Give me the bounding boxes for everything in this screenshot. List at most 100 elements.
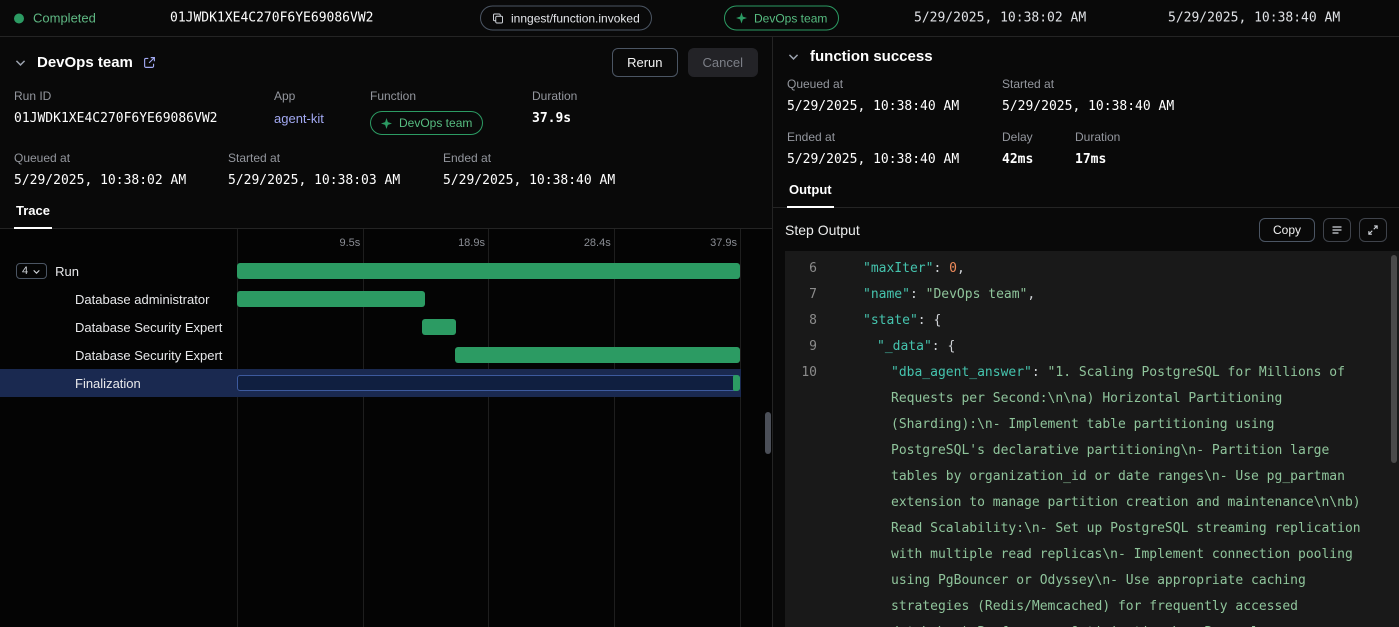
code-line: 6 "maxIter": 0,: [785, 256, 1399, 282]
code-line-content: "state": {: [835, 308, 1399, 334]
external-link-icon[interactable]: [143, 56, 156, 69]
copy-button[interactable]: Copy: [1259, 218, 1315, 242]
run-tabs: Trace: [0, 197, 772, 229]
cancel-button[interactable]: Cancel: [688, 48, 758, 77]
code-line: 10"dba_agent_answer": "1. Scaling Postgr…: [785, 360, 1399, 627]
code-line-content: "maxIter": 0,: [835, 256, 1399, 282]
trace-row-name: Run: [55, 264, 79, 279]
step-field-duration: Duration 17ms: [1075, 130, 1120, 167]
field-run-id-label: Run ID: [14, 89, 274, 103]
step-started-label: Started at: [1002, 77, 1174, 91]
run-meta-row-1: Run ID 01JWDK1XE4C270F6YE69086VW2 App ag…: [0, 82, 772, 144]
left-panel-scrollbar[interactable]: [765, 412, 771, 454]
axis-tick-label: 28.4s: [584, 237, 611, 249]
step-field-delay: Delay 42ms: [1002, 130, 1075, 167]
field-started-value: 5/29/2025, 10:38:03 AM: [228, 173, 443, 188]
trace-row-label: Database administrator: [0, 285, 237, 313]
wrap-lines-icon[interactable]: [1323, 218, 1351, 242]
code-viewer[interactable]: 6 "maxIter": 0, 7 "name": "DevOps team", 8 "s…: [785, 251, 1399, 627]
code-line: 9"_data": {: [785, 334, 1399, 360]
code-line-content: "name": "DevOps team",: [835, 282, 1399, 308]
sparkle-icon: [381, 118, 392, 129]
rerun-button[interactable]: Rerun: [612, 48, 677, 77]
function-pill-label: DevOps team: [399, 116, 472, 130]
axis-tick-label: 9.5s: [339, 237, 360, 249]
tab-output[interactable]: Output: [787, 176, 834, 208]
trace-row[interactable]: Finalization: [0, 369, 772, 397]
trace-span-bar[interactable]: [455, 347, 740, 363]
run-title: DevOps team: [37, 54, 133, 71]
step-field-ended: Ended at 5/29/2025, 10:38:40 AM: [787, 130, 1002, 167]
run-panel: DevOps team Rerun Cancel Run ID 01JWDK1X…: [0, 37, 773, 627]
run-status: Completed: [14, 11, 96, 26]
trace-row-label: 4 Run: [0, 257, 237, 285]
field-queued-label: Queued at: [14, 151, 228, 165]
trace-row-label: Finalization: [0, 369, 237, 397]
event-badge[interactable]: inngest/function.invoked: [480, 6, 652, 31]
step-delay-value: 42ms: [1002, 152, 1075, 167]
topbar-queued-time: 5/29/2025, 10:38:02 AM: [914, 11, 1086, 26]
step-meta-row-1: Queued at 5/29/2025, 10:38:40 AM Started…: [773, 70, 1399, 123]
trace-row-name: Database administrator: [75, 292, 209, 307]
line-number: 7: [791, 282, 817, 308]
step-field-started: Started at 5/29/2025, 10:38:40 AM: [1002, 77, 1174, 114]
topbar-run-id: 01JWDK1XE4C270F6YE69086VW2: [170, 11, 374, 26]
trace-row-name: Database Security Expert: [75, 348, 222, 363]
code-scrollbar[interactable]: [1391, 255, 1397, 463]
code-line-content: "dba_agent_answer": "1. Scaling PostgreS…: [835, 360, 1399, 627]
topbar: Completed 01JWDK1XE4C270F6YE69086VW2 inn…: [0, 0, 1399, 37]
trace-timeline[interactable]: 9.5s 18.9s 28.4s 37.9s 4 Run Database adminis…: [0, 229, 772, 627]
field-ended-value: 5/29/2025, 10:38:40 AM: [443, 173, 615, 188]
field-ended-at: Ended at 5/29/2025, 10:38:40 AM: [443, 151, 615, 188]
code-lines: 6 "maxIter": 0, 7 "name": "DevOps team", 8 "s…: [785, 256, 1399, 627]
field-started-label: Started at: [228, 151, 443, 165]
axis-tick-label: 18.9s: [458, 237, 485, 249]
function-badge[interactable]: DevOps team: [724, 6, 839, 31]
step-panel: function success Queued at 5/29/2025, 10…: [773, 37, 1399, 627]
line-number: 10: [791, 360, 817, 627]
trace-row[interactable]: Database Security Expert: [0, 341, 772, 369]
trace-span-bar[interactable]: [237, 263, 740, 279]
trace-span-bar[interactable]: [237, 291, 425, 307]
function-pill[interactable]: DevOps team: [370, 111, 483, 135]
trace-span-bar[interactable]: [422, 319, 456, 335]
line-number: 6: [791, 256, 817, 282]
trace-rows: 4 Run Database administrator Database Secur…: [0, 257, 772, 397]
collapse-step-chevron-icon[interactable]: [787, 50, 800, 63]
collapse-children-toggle[interactable]: 4: [16, 263, 47, 279]
step-output-bar: Step Output Copy: [773, 208, 1399, 251]
status-label: Completed: [33, 11, 96, 26]
trace-span-exec-cap: [733, 375, 740, 391]
status-dot-icon: [14, 13, 24, 23]
tab-trace[interactable]: Trace: [14, 197, 52, 229]
field-queued-at: Queued at 5/29/2025, 10:38:02 AM: [14, 151, 228, 188]
field-queued-value: 5/29/2025, 10:38:02 AM: [14, 173, 228, 188]
step-field-queued: Queued at 5/29/2025, 10:38:40 AM: [787, 77, 1002, 114]
trace-span-bar[interactable]: [237, 375, 740, 391]
step-queued-value: 5/29/2025, 10:38:40 AM: [787, 99, 1002, 114]
code-line-content: "_data": {: [835, 334, 1399, 360]
trace-row[interactable]: Database administrator: [0, 285, 772, 313]
step-delay-label: Delay: [1002, 130, 1075, 144]
field-function: Function DevOps team: [370, 89, 532, 135]
sparkle-icon: [736, 13, 747, 24]
step-output-heading: Step Output: [785, 222, 860, 238]
step-queued-label: Queued at: [787, 77, 1002, 91]
topbar-ended-time: 5/29/2025, 10:38:40 AM: [1168, 11, 1340, 26]
axis-tick-label: 37.9s: [710, 237, 737, 249]
trace-row-name: Finalization: [75, 376, 141, 391]
trace-row[interactable]: Database Security Expert: [0, 313, 772, 341]
chevron-down-icon: [32, 267, 41, 276]
step-title: function success: [810, 48, 933, 65]
step-duration-label: Duration: [1075, 130, 1120, 144]
line-number: 8: [791, 308, 817, 334]
trace-row[interactable]: 4 Run: [0, 257, 772, 285]
step-tabs: Output: [773, 176, 1399, 208]
field-run-id-value: 01JWDK1XE4C270F6YE69086VW2: [14, 111, 274, 126]
collapse-run-chevron-icon[interactable]: [14, 56, 27, 69]
main-split: DevOps team Rerun Cancel Run ID 01JWDK1X…: [0, 37, 1399, 627]
trace-row-name: Database Security Expert: [75, 320, 222, 335]
expand-icon[interactable]: [1359, 218, 1387, 242]
field-ended-label: Ended at: [443, 151, 615, 165]
app-link[interactable]: agent-kit: [274, 111, 370, 126]
